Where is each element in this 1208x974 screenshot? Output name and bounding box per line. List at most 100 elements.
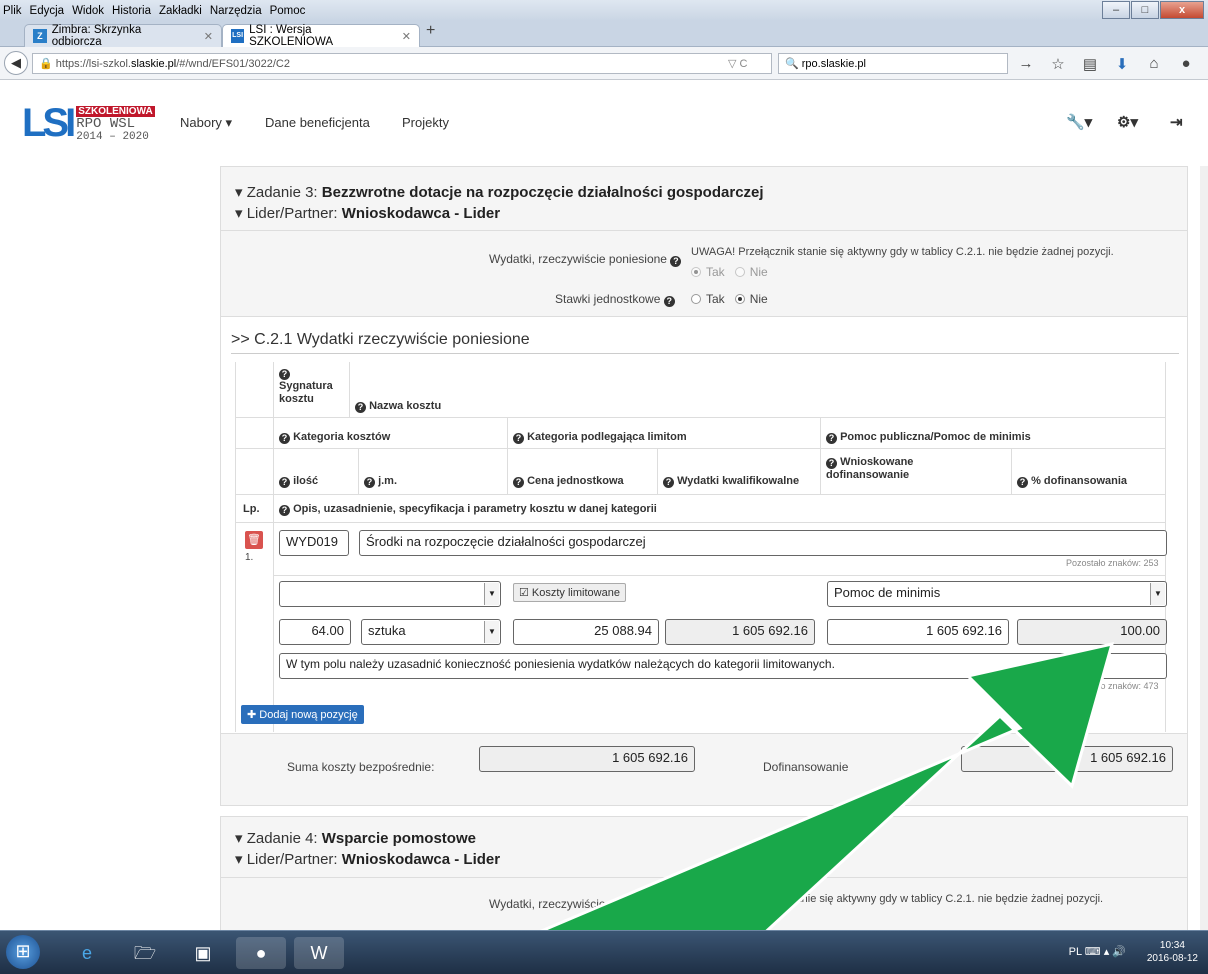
lider-label: Lider/Partner: — [246, 205, 342, 222]
url-prefix: https://lsi-szkol. — [55, 58, 131, 70]
outlook-icon[interactable]: ▣ — [178, 937, 228, 969]
nav-nabory[interactable]: Nabory ▾ — [180, 115, 232, 131]
task4-title[interactable]: ▾ Zadanie 4: Wsparcie pomostowe — [235, 829, 476, 847]
menu-zakladki[interactable]: Zakładki — [159, 5, 202, 17]
firefox-icon[interactable]: ● — [236, 937, 286, 969]
reload-icon[interactable]: ▽ C — [728, 57, 747, 70]
maximize-button[interactable]: □ — [1131, 1, 1159, 19]
add-position-button[interactable]: ✚ Dodaj nową pozycję — [241, 705, 364, 724]
chevron-down-icon: ▼ — [1150, 583, 1165, 605]
start-button[interactable]: ⊞ — [6, 935, 40, 969]
header-cena: ? Cena jednostkowa — [513, 475, 624, 488]
header-kwal: ? Wydatki kwalifikowalne — [663, 475, 799, 488]
chevron-down-icon: ▾ — [235, 184, 247, 201]
pomoc-select[interactable]: Pomoc de minimis ▼ — [827, 581, 1167, 607]
close-tab-icon[interactable]: ✕ — [402, 30, 411, 43]
menu-pomoc[interactable]: Pomoc — [270, 5, 306, 17]
task-label: Zadanie 3: — [246, 184, 322, 201]
explorer-icon[interactable]: 🗁 — [120, 937, 170, 969]
new-tab-icon[interactable]: + — [426, 22, 435, 40]
go-icon[interactable]: → — [1010, 55, 1042, 73]
tab-label: Zimbra: Skrzynka odbiorcza — [51, 24, 142, 48]
chevron-down-icon: ▼ — [484, 583, 499, 605]
menu-plik[interactable]: Plik — [3, 5, 22, 17]
ilosc-input[interactable]: 64.00 — [279, 619, 351, 645]
logout-icon[interactable]: ⇥ — [1170, 113, 1183, 131]
address-bar[interactable]: 🔒 https://lsi-szkol.slaskie.pl/#/wnd/EFS… — [32, 53, 772, 74]
delete-row-icon[interactable]: 🗑 — [245, 531, 263, 549]
task3-panel: ▾ Zadanie 3: Bezzwrotne dotacje na rozpo… — [220, 166, 1188, 806]
lsi-logo[interactable]: LSI SZKOLENIOWA RPO WSL 2014 – 2020 — [22, 101, 155, 145]
nav-toolbar: ◀ 🔒 https://lsi-szkol.slaskie.pl/#/wnd/E… — [0, 47, 1208, 80]
taskbar: ⊞ e 🗁 ▣ ● W PL ⌨ ▴ 🔊 10:34 2016-08-12 — [0, 930, 1208, 974]
menu-narzedzia[interactable]: Narzędzia — [210, 5, 262, 17]
task4-panel: ▾ Zadanie 4: Wsparcie pomostowe ▾ Lider/… — [220, 816, 1188, 936]
header-wnio: ? Wnioskowane dofinansowanie — [826, 456, 914, 481]
menu-edycja[interactable]: Edycja — [30, 5, 65, 17]
gear-icon[interactable]: ⚙▾ — [1117, 113, 1138, 131]
suma-label: Suma koszty bezpośrednie: — [287, 760, 435, 774]
stawki-tak-radio[interactable] — [691, 294, 701, 304]
nazwa-input[interactable]: Środki na rozpoczęcie działalności gospo… — [359, 530, 1167, 556]
sygnatura-input[interactable]: WYD019 — [279, 530, 349, 556]
language-indicator[interactable]: PL — [1069, 946, 1082, 958]
bookmarks-list-icon[interactable]: ▤ — [1074, 55, 1106, 73]
plus-icon: ✚ — [247, 709, 260, 721]
header-opis: ? Opis, uzasadnienie, specyfikacja i par… — [279, 503, 657, 516]
system-tray: PL ⌨ ▴ 🔊 — [1068, 946, 1126, 958]
header-nazwa: ? Nazwa kosztu — [355, 400, 441, 413]
window-controls: – □ x — [1101, 1, 1204, 19]
home-icon[interactable]: ⌂ — [1138, 55, 1170, 73]
download-icon[interactable]: ⬇ — [1106, 55, 1138, 73]
wnioskowane-input[interactable]: 1 605 692.16 — [827, 619, 1009, 645]
zimbra-icon: Z — [33, 29, 47, 43]
task3-lider[interactable]: ▾ Lider/Partner: Wnioskodawca - Lider — [235, 204, 500, 222]
clock[interactable]: 10:34 2016-08-12 — [1147, 939, 1198, 965]
menu-widok[interactable]: Widok — [72, 5, 104, 17]
koszty-limitowane-button[interactable]: ☑ Koszty limitowane — [513, 583, 626, 602]
tab-lsi[interactable]: LSI LSI : Wersja SZKOLENIOWA ✕ — [222, 24, 420, 48]
nav-projekty[interactable]: Projekty — [402, 115, 449, 130]
page-scrollbar[interactable] — [1200, 166, 1208, 930]
menu-icon[interactable]: ≡ — [1202, 55, 1208, 73]
tab-zimbra[interactable]: Z Zimbra: Skrzynka odbiorcza ✕ — [24, 24, 222, 48]
chevron-down-icon: ▼ — [484, 621, 499, 643]
search-input[interactable]: 🔍 rpo.slaskie.pl — [778, 53, 1008, 74]
wydatki-tak-radio[interactable] — [691, 267, 701, 277]
chevron-down-icon: ▾ — [235, 851, 247, 868]
header-proc: ? % dofinansowania — [1017, 475, 1127, 488]
wrench-icon[interactable]: 🔧▾ — [1066, 113, 1092, 131]
wydatki-radio-group: Tak Nie — [691, 265, 768, 279]
task4-lider[interactable]: ▾ Lider/Partner: Wnioskodawca - Lider — [235, 850, 500, 868]
task3-header: ▾ Zadanie 3: Bezzwrotne dotacje na rozpo… — [221, 167, 1187, 317]
header-ilosc: ? ilość — [279, 475, 318, 488]
header-lp: Lp. — [243, 503, 260, 515]
opis-textarea[interactable]: W tym polu należy uzasadnić konieczność … — [279, 653, 1167, 679]
close-window-button[interactable]: x — [1160, 1, 1204, 19]
back-icon[interactable]: ◀ — [4, 51, 28, 75]
bookmark-star-icon[interactable]: ☆ — [1042, 55, 1074, 73]
minimize-button[interactable]: – — [1102, 1, 1130, 19]
jm-select[interactable]: sztuka ▼ — [361, 619, 501, 645]
cena-input[interactable]: 25 088.94 — [513, 619, 659, 645]
word-icon[interactable]: W — [294, 937, 344, 969]
search-value: rpo.slaskie.pl — [801, 58, 866, 70]
tab-label: LSI : Wersja SZKOLENIOWA — [249, 24, 334, 48]
ie-icon[interactable]: e — [62, 937, 112, 969]
summary-bar: Suma koszty bezpośrednie: 1 605 692.16 D… — [221, 733, 1187, 805]
wydatki-nie-radio[interactable] — [734, 267, 745, 277]
logo-mark: LSI — [22, 101, 76, 145]
nav-dane-beneficjenta[interactable]: Dane beneficjenta — [265, 115, 370, 130]
menu-historia[interactable]: Historia — [112, 5, 151, 17]
kategoria-select[interactable]: ▼ — [279, 581, 501, 607]
chat-icon[interactable]: ● — [1170, 55, 1202, 73]
help-icon: ? — [670, 256, 682, 267]
wydatki-label: Wydatki, rzeczywiście poniesione ? — [489, 252, 682, 267]
uwaga-text: UWAGA! Przełącznik stanie się aktywny gd… — [691, 246, 1114, 258]
pozostalo-count-2: Pozostało znaków: 473 — [1066, 681, 1159, 691]
stawki-nie-radio[interactable] — [734, 294, 745, 304]
close-tab-icon[interactable]: ✕ — [204, 30, 213, 43]
task3-title[interactable]: ▾ Zadanie 3: Bezzwrotne dotacje na rozpo… — [235, 183, 764, 201]
task4-uwaga: stanie się aktywny gdy w tablicy C.2.1. … — [787, 893, 1104, 905]
double-chevron-icon: >> — [231, 331, 255, 348]
